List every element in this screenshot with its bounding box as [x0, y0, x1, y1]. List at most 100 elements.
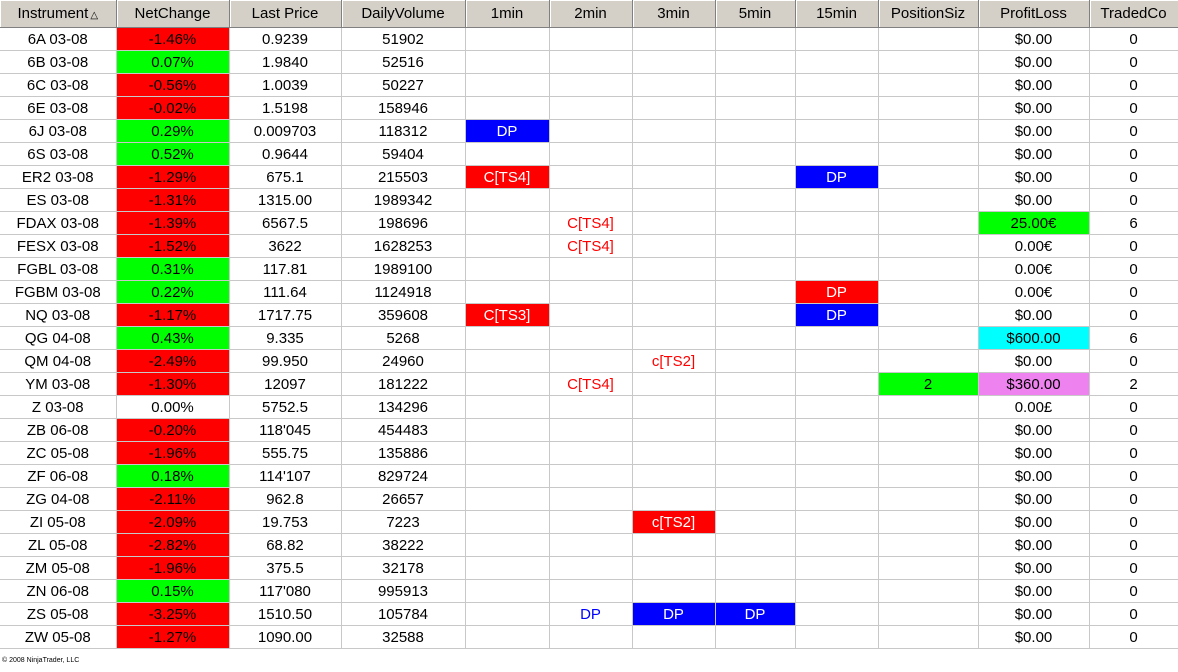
column-header-daily-volume[interactable]: DailyVolume — [341, 0, 466, 28]
column-header-traded-count[interactable]: TradedCo — [1089, 0, 1178, 28]
column-header-2min[interactable]: 2min — [549, 0, 633, 28]
table-row[interactable]: FGBM 03-08 0.22% 111.64 1124918 DP 0.00€ 0 — [0, 280, 1178, 304]
cell-3min — [632, 487, 716, 511]
cell-1min — [465, 395, 550, 419]
cell-position-size — [878, 142, 979, 166]
cell-last-price: 0.9644 — [229, 142, 342, 166]
cell-last-price: 12097 — [229, 372, 342, 396]
cell-daily-volume: 52516 — [341, 50, 466, 74]
column-header-netchange[interactable]: NetChange — [116, 0, 230, 28]
column-header-3min[interactable]: 3min — [632, 0, 716, 28]
table-row[interactable]: ZS 05-08 -3.25% 1510.50 105784 DP DP DP $0.00 0 — [0, 602, 1178, 626]
cell-position-size — [878, 234, 979, 258]
table-row[interactable]: ZG 04-08 -2.11% 962.8 26657 $0.00 0 — [0, 487, 1178, 511]
cell-5min — [715, 326, 796, 350]
cell-5min — [715, 188, 796, 212]
column-header-5min[interactable]: 5min — [715, 0, 796, 28]
table-row[interactable]: FESX 03-08 -1.52% 3622 1628253 C[TS4] 0.00€ 0 — [0, 234, 1178, 258]
cell-1min — [465, 464, 550, 488]
table-row[interactable]: FGBL 03-08 0.31% 117.81 1989100 0.00€ 0 — [0, 257, 1178, 281]
table-row[interactable]: QM 04-08 -2.49% 99.950 24960 c[TS2] $0.00 0 — [0, 349, 1178, 373]
cell-15min — [795, 73, 879, 97]
table-row[interactable]: ZL 05-08 -2.82% 68.82 38222 $0.00 0 — [0, 533, 1178, 557]
table-row[interactable]: 6B 03-08 0.07% 1.9840 52516 $0.00 0 — [0, 50, 1178, 74]
cell-net-change: -1.29% — [116, 165, 230, 189]
cell-net-change: -1.46% — [116, 27, 230, 51]
cell-instrument: 6E 03-08 — [0, 96, 117, 120]
cell-traded-count: 0 — [1089, 27, 1178, 51]
table-row[interactable]: ES 03-08 -1.31% 1315.00 1989342 $0.00 0 — [0, 188, 1178, 212]
table-row[interactable]: YM 03-08 -1.30% 12097 181222 C[TS4] 2 $360.00 2 — [0, 372, 1178, 396]
cell-last-price: 118'045 — [229, 418, 342, 442]
cell-2min — [549, 50, 633, 74]
table-row[interactable]: ZB 06-08 -0.20% 118'045 454483 $0.00 0 — [0, 418, 1178, 442]
cell-instrument: 6J 03-08 — [0, 119, 117, 143]
cell-profit-loss: $0.00 — [978, 579, 1090, 603]
cell-5min — [715, 349, 796, 373]
table-row[interactable]: NQ 03-08 -1.17% 1717.75 359608 C[TS3] DP $0.00… — [0, 303, 1178, 327]
table-row[interactable]: QG 04-08 0.43% 9.335 5268 $600.00 6 — [0, 326, 1178, 350]
cell-15min — [795, 257, 879, 281]
cell-profit-loss: $0.00 — [978, 303, 1090, 327]
cell-5min — [715, 303, 796, 327]
table-row[interactable]: ZW 05-08 -1.27% 1090.00 32588 $0.00 0 — [0, 625, 1178, 649]
table-row[interactable]: ZM 05-08 -1.96% 375.5 32178 $0.00 0 — [0, 556, 1178, 580]
cell-1min — [465, 349, 550, 373]
cell-position-size — [878, 257, 979, 281]
column-header-profit-loss[interactable]: ProfitLoss — [978, 0, 1090, 28]
cell-5min — [715, 510, 796, 534]
cell-instrument: 6S 03-08 — [0, 142, 117, 166]
cell-daily-volume: 59404 — [341, 142, 466, 166]
table-row[interactable]: ZI 05-08 -2.09% 19.753 7223 c[TS2] $0.00 0 — [0, 510, 1178, 534]
cell-traded-count: 6 — [1089, 326, 1178, 350]
table-row[interactable]: 6A 03-08 -1.46% 0.9239 51902 $0.00 0 — [0, 27, 1178, 51]
cell-position-size — [878, 96, 979, 120]
cell-5min — [715, 625, 796, 649]
column-header-15min[interactable]: 15min — [795, 0, 879, 28]
cell-1min — [465, 579, 550, 603]
cell-daily-volume: 198696 — [341, 211, 466, 235]
cell-position-size — [878, 418, 979, 442]
table-row[interactable]: ZN 06-08 0.15% 117'080 995913 $0.00 0 — [0, 579, 1178, 603]
cell-15min: DP — [795, 303, 879, 327]
cell-last-price: 99.950 — [229, 349, 342, 373]
table-row[interactable]: 6E 03-08 -0.02% 1.5198 158946 $0.00 0 — [0, 96, 1178, 120]
cell-15min — [795, 349, 879, 373]
table-row[interactable]: 6C 03-08 -0.56% 1.0039 50227 $0.00 0 — [0, 73, 1178, 97]
table-row[interactable]: 6J 03-08 0.29% 0.009703 118312 DP $0.00 0 — [0, 119, 1178, 143]
cell-instrument: ZG 04-08 — [0, 487, 117, 511]
cell-position-size — [878, 533, 979, 557]
table-row[interactable]: ZC 05-08 -1.96% 555.75 135886 $0.00 0 — [0, 441, 1178, 465]
table-row[interactable]: Z 03-08 0.00% 5752.5 134296 0.00£ 0 — [0, 395, 1178, 419]
cell-traded-count: 0 — [1089, 165, 1178, 189]
cell-5min: DP — [715, 602, 796, 626]
cell-profit-loss: $0.00 — [978, 73, 1090, 97]
cell-last-price: 1090.00 — [229, 625, 342, 649]
cell-instrument: NQ 03-08 — [0, 303, 117, 327]
cell-position-size — [878, 441, 979, 465]
cell-last-price: 962.8 — [229, 487, 342, 511]
cell-5min — [715, 142, 796, 166]
cell-profit-loss: $0.00 — [978, 50, 1090, 74]
cell-2min — [549, 441, 633, 465]
cell-instrument: Z 03-08 — [0, 395, 117, 419]
cell-last-price: 555.75 — [229, 441, 342, 465]
cell-net-change: -1.96% — [116, 556, 230, 580]
cell-5min — [715, 395, 796, 419]
table-row[interactable]: ER2 03-08 -1.29% 675.1 215503 C[TS4] DP $0.00 0 — [0, 165, 1178, 189]
table-row[interactable]: ZF 06-08 0.18% 114'107 829724 $0.00 0 — [0, 464, 1178, 488]
table-row[interactable]: FDAX 03-08 -1.39% 6567.5 198696 C[TS4] 25.00€… — [0, 211, 1178, 235]
cell-traded-count: 0 — [1089, 464, 1178, 488]
column-header-position-size[interactable]: PositionSiz — [878, 0, 979, 28]
cell-last-price: 1510.50 — [229, 602, 342, 626]
cell-1min — [465, 280, 550, 304]
column-header-instrument[interactable]: Instrument △ — [0, 0, 117, 28]
cell-3min — [632, 464, 716, 488]
table-row[interactable]: 6S 03-08 0.52% 0.9644 59404 $0.00 0 — [0, 142, 1178, 166]
column-header-last-price[interactable]: Last Price — [229, 0, 342, 28]
column-header-1min[interactable]: 1min — [465, 0, 550, 28]
cell-position-size — [878, 625, 979, 649]
cell-1min — [465, 234, 550, 258]
cell-2min — [549, 349, 633, 373]
cell-net-change: -1.30% — [116, 372, 230, 396]
